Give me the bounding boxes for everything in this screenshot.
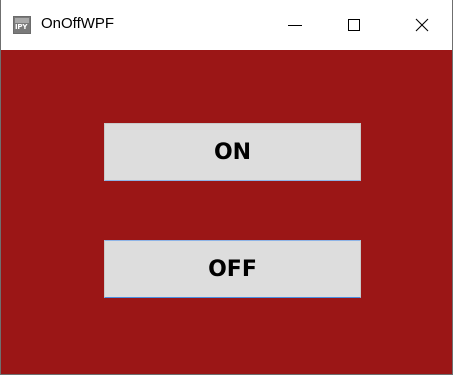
minimize-button[interactable] <box>272 0 318 50</box>
main-content: ON OFF <box>1 50 452 374</box>
on-button[interactable]: ON <box>104 123 361 181</box>
maximize-button[interactable] <box>331 0 377 50</box>
window-title: OnOffWPF <box>41 15 115 32</box>
minimize-icon <box>288 25 302 26</box>
app-icon-text: IPY <box>15 23 28 31</box>
app-window: IPY OnOffWPF ON OFF <box>0 0 453 375</box>
off-button[interactable]: OFF <box>104 240 361 298</box>
close-button[interactable] <box>399 0 445 50</box>
title-bar[interactable]: IPY OnOffWPF <box>1 0 452 50</box>
app-icon[interactable]: IPY <box>13 16 31 34</box>
close-icon <box>415 18 429 32</box>
maximize-icon <box>348 19 360 31</box>
